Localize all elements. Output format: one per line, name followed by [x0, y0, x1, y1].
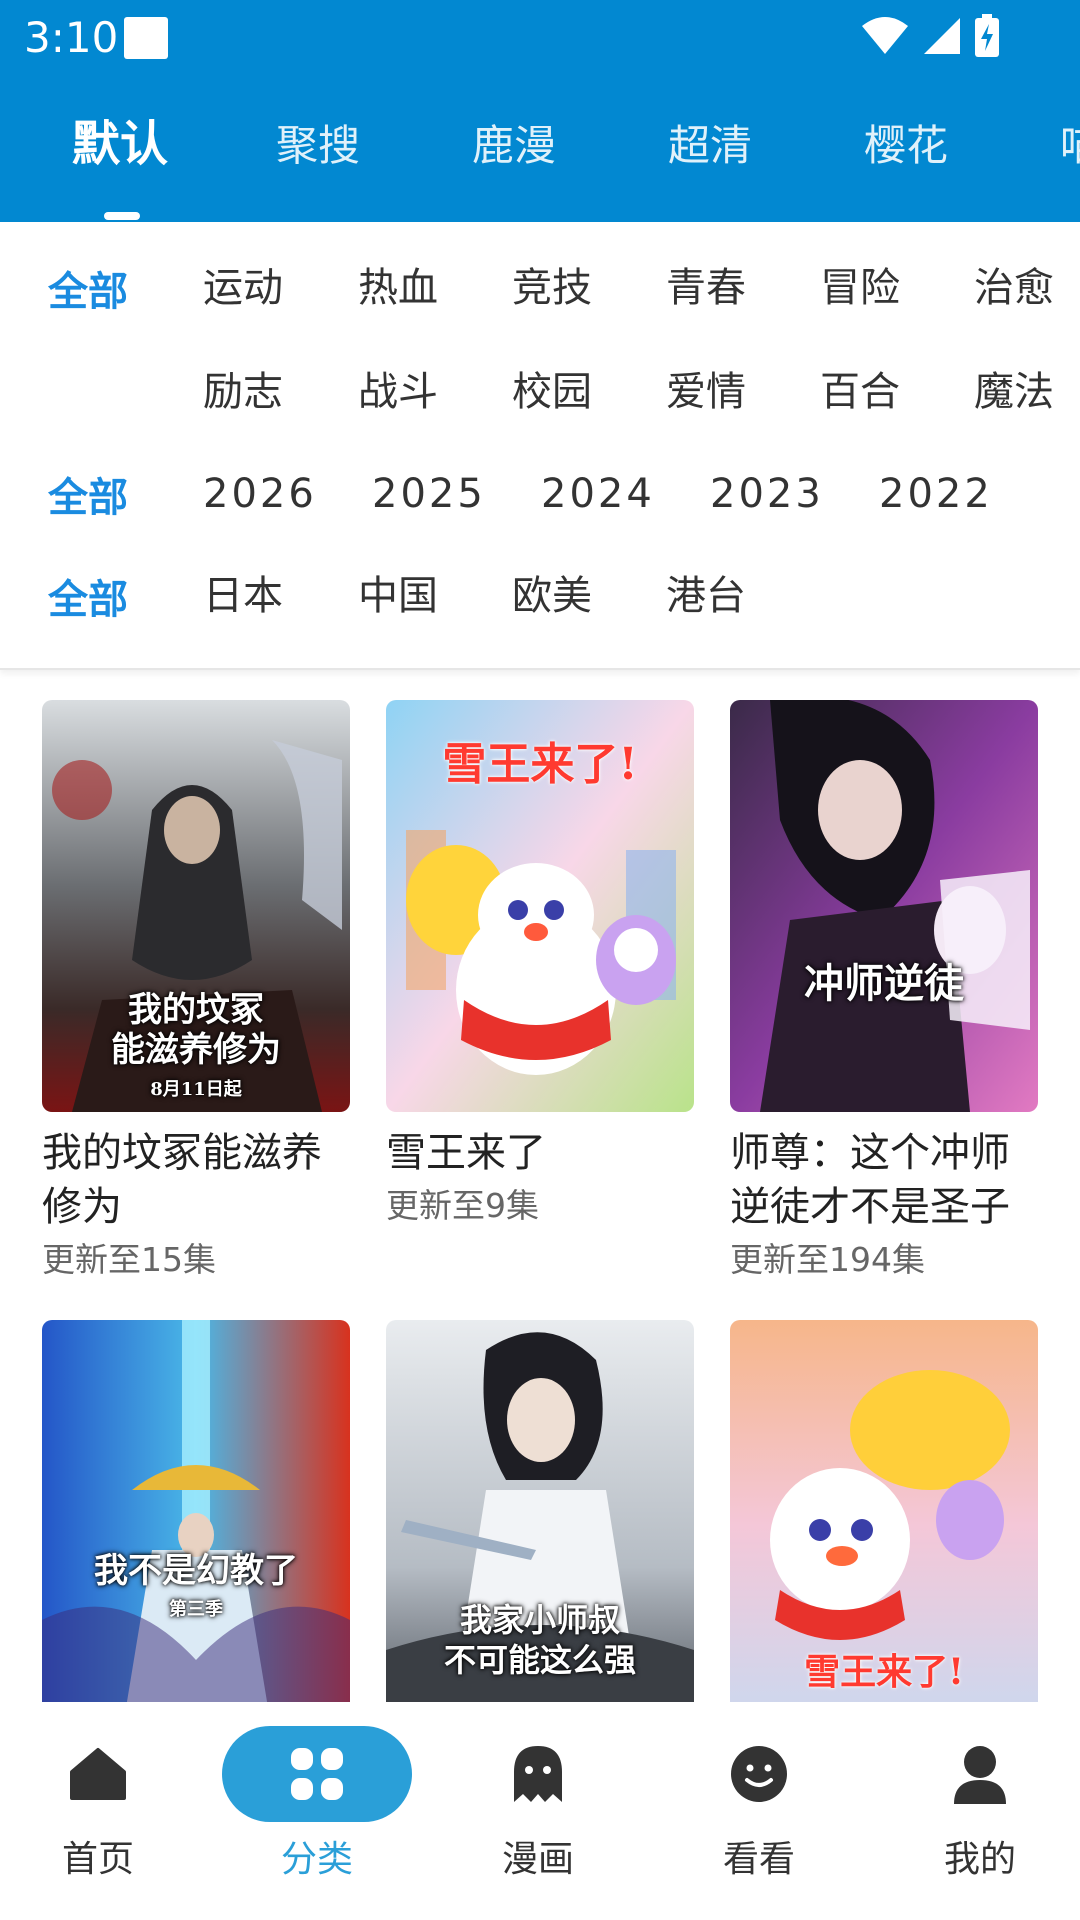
card-subtitle: 更新至9集 — [386, 1186, 539, 1225]
region-option[interactable]: 欧美 — [512, 570, 592, 622]
tab-luman[interactable]: 鹿漫 — [472, 118, 556, 174]
genre-option[interactable]: 竞技 — [512, 262, 592, 314]
cover-caption: 雪王来了! — [804, 1651, 964, 1693]
battery-icon — [975, 14, 999, 57]
wifi-icon — [862, 17, 908, 54]
cover-date: 8月11日起 — [150, 1079, 242, 1100]
region-all[interactable]: 全部 — [48, 574, 128, 626]
region-option[interactable]: 日本 — [203, 570, 283, 622]
anime-card[interactable]: 雪王来了! — [730, 1320, 1038, 1702]
year-option[interactable]: 2024 — [541, 468, 655, 520]
genre-option[interactable]: 爱情 — [666, 366, 746, 418]
notification-icon — [124, 17, 168, 59]
app-header: 3:10 默认 聚搜 鹿漫 超清 樱花 喵 — [0, 0, 1080, 222]
year-option[interactable]: 2022 — [879, 468, 993, 520]
genre-option[interactable]: 百合 — [820, 366, 900, 418]
card-subtitle: 更新至15集 — [42, 1240, 216, 1279]
tab-chaoqing[interactable]: 超清 — [668, 118, 752, 174]
anime-card[interactable]: 我不是幻教了 第三季 — [42, 1320, 350, 1702]
card-subtitle: 更新至194集 — [730, 1240, 925, 1279]
cover-caption: 我的坟冢 能滋养修为 — [111, 990, 281, 1070]
nav-label: 漫画 — [501, 1839, 574, 1880]
genre-option[interactable]: 励志 — [203, 366, 283, 418]
nav-comics[interactable]: 漫画 — [443, 1726, 633, 1906]
region-option[interactable]: 中国 — [358, 570, 438, 622]
signal-icon — [924, 18, 960, 54]
tab-jusou[interactable]: 聚搜 — [276, 118, 360, 174]
genre-option[interactable]: 治愈 — [974, 262, 1054, 314]
nav-label: 首页 — [61, 1839, 134, 1880]
tab-yinghua[interactable]: 樱花 — [864, 118, 948, 174]
year-all[interactable]: 全部 — [48, 472, 128, 524]
cover-image: 我家小师叔 不可能这么强 — [386, 1320, 694, 1702]
anime-card[interactable]: 雪王来了! 雪王来了 更新至9集 — [386, 700, 694, 1232]
cover-image: 雪王来了! — [730, 1320, 1038, 1702]
nav-mine[interactable]: 我的 — [885, 1726, 1075, 1906]
cover-image: 我不是幻教了 第三季 — [42, 1320, 350, 1702]
home-icon — [70, 1748, 126, 1800]
nav-label: 我的 — [943, 1839, 1016, 1880]
cover-caption: 雪王来了! — [442, 739, 638, 790]
year-option[interactable]: 2026 — [203, 468, 317, 520]
card-title: 我的坟冢能滋养修为 — [42, 1130, 322, 1230]
genre-option[interactable]: 校园 — [512, 366, 592, 418]
cover-image: 冲师逆徒 — [730, 700, 1038, 1112]
genre-option[interactable]: 战斗 — [358, 366, 438, 418]
nav-home[interactable]: 首页 — [3, 1726, 193, 1906]
tab-indicator — [104, 212, 140, 220]
smile-icon — [731, 1746, 787, 1802]
cover-image: 我的坟冢 能滋养修为 8月11日起 — [42, 700, 350, 1112]
anime-card[interactable]: 我家小师叔 不可能这么强 — [386, 1320, 694, 1702]
tab-default[interactable]: 默认 — [72, 116, 168, 172]
status-icons — [860, 12, 1000, 60]
region-option[interactable]: 港台 — [666, 570, 746, 622]
cover-image: 雪王来了! — [386, 700, 694, 1112]
grid-icon — [291, 1748, 343, 1800]
bottom-nav: 首页 分类 漫画 看看 我的 — [0, 1702, 1080, 1920]
cover-date: 第三季 — [169, 1599, 223, 1620]
genre-option[interactable]: 青春 — [666, 262, 746, 314]
card-title: 师尊：这个冲师逆徒才不是圣子 — [730, 1130, 1010, 1230]
anime-card[interactable]: 冲师逆徒 师尊：这个冲师逆徒才不是圣子 更新至194集 — [730, 700, 1038, 1286]
anime-card[interactable]: 我的坟冢 能滋养修为 8月11日起 我的坟冢能滋养修为 更新至15集 — [42, 700, 350, 1286]
genre-all[interactable]: 全部 — [48, 266, 128, 318]
status-time: 3:10 — [24, 13, 119, 62]
nav-label: 分类 — [280, 1839, 353, 1880]
genre-option[interactable]: 运动 — [203, 262, 283, 314]
person-icon — [954, 1746, 1006, 1804]
filter-panel: 全部 运动 热血 竞技 青春 冒险 治愈 励志 战斗 校园 爱情 百合 魔法 全… — [0, 222, 1080, 670]
tab-miao[interactable]: 喵 — [1060, 118, 1080, 174]
year-option[interactable]: 2023 — [710, 468, 824, 520]
genre-option[interactable]: 热血 — [358, 262, 438, 314]
nav-category[interactable]: 分类 — [222, 1726, 412, 1906]
ghost-icon — [514, 1746, 562, 1802]
anime-grid: 我的坟冢 能滋养修为 8月11日起 我的坟冢能滋养修为 更新至15集 雪王来了!… — [0, 670, 1080, 1702]
source-tabs: 默认 聚搜 鹿漫 超清 樱花 喵 — [0, 100, 1080, 200]
card-title: 雪王来了 — [386, 1130, 546, 1176]
genre-option[interactable]: 冒险 — [820, 262, 900, 314]
nav-label: 看看 — [722, 1839, 795, 1880]
status-bar: 3:10 — [0, 0, 1080, 80]
cover-caption: 我不是幻教了 — [94, 1551, 298, 1591]
cover-caption: 冲师逆徒 — [804, 960, 964, 1007]
genre-option[interactable]: 魔法 — [974, 366, 1054, 418]
cover-caption: 我家小师叔 不可能这么强 — [443, 1601, 636, 1679]
nav-watch[interactable]: 看看 — [664, 1726, 854, 1906]
year-option[interactable]: 2025 — [372, 468, 486, 520]
